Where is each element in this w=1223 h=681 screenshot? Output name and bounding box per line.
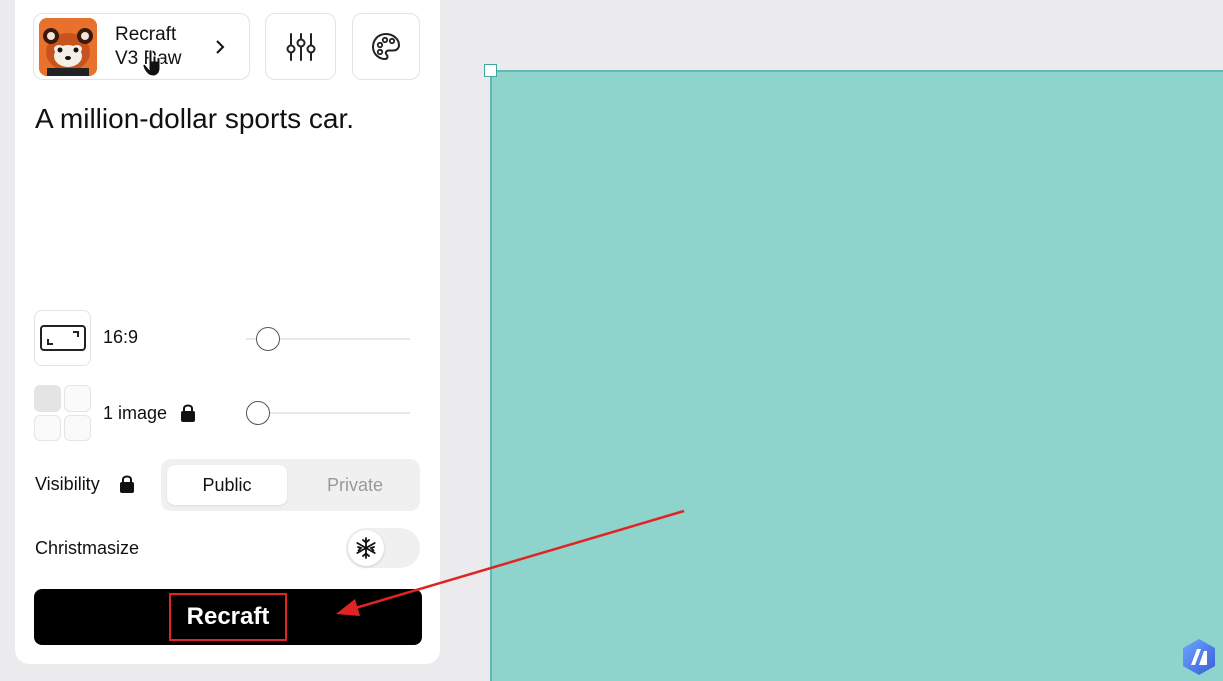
chevron-right-icon — [216, 39, 225, 54]
red-panda-avatar — [39, 17, 97, 76]
lock-icon — [181, 404, 195, 422]
canvas-corner-handle[interactable] — [484, 64, 497, 77]
hand-cursor-icon — [142, 49, 161, 77]
image-count-slider-track[interactable] — [246, 412, 410, 414]
brand-logo-icon — [1183, 639, 1215, 675]
visibility-public-option[interactable]: Public — [167, 465, 287, 505]
palette-icon — [371, 32, 401, 60]
christmasize-label: Christmasize — [35, 538, 140, 558]
visibility-private-option[interactable]: Private — [295, 465, 415, 505]
aspect-ratio-label: 16:9 — [103, 327, 139, 347]
visibility-label: Visibility — [35, 474, 100, 494]
prompt-text[interactable]: A million-dollar sports car. — [35, 101, 425, 137]
recraft-button-label: Recraft — [168, 593, 288, 641]
aspect-ratio-icon — [39, 325, 86, 351]
image-count-slider-thumb[interactable] — [246, 401, 270, 425]
image-count-label: 1 image — [103, 403, 168, 423]
settings-button[interactable] — [265, 13, 336, 80]
visibility-segmented-control: Public Private — [161, 459, 420, 511]
aspect-ratio-slider-thumb[interactable] — [256, 327, 280, 351]
canvas-frame[interactable] — [490, 70, 1223, 681]
christmasize-toggle-knob — [348, 530, 384, 566]
recraft-button[interactable]: Recraft — [34, 589, 422, 645]
christmasize-toggle[interactable] — [346, 528, 420, 568]
style-button[interactable] — [352, 13, 420, 80]
visibility-lock-icon — [120, 475, 134, 493]
model-name-line1: Recraft — [115, 23, 177, 45]
snowflake-icon — [356, 537, 376, 559]
sliders-icon — [286, 32, 315, 61]
image-count-grid-icon[interactable] — [34, 385, 91, 441]
aspect-ratio-button[interactable] — [34, 310, 91, 366]
